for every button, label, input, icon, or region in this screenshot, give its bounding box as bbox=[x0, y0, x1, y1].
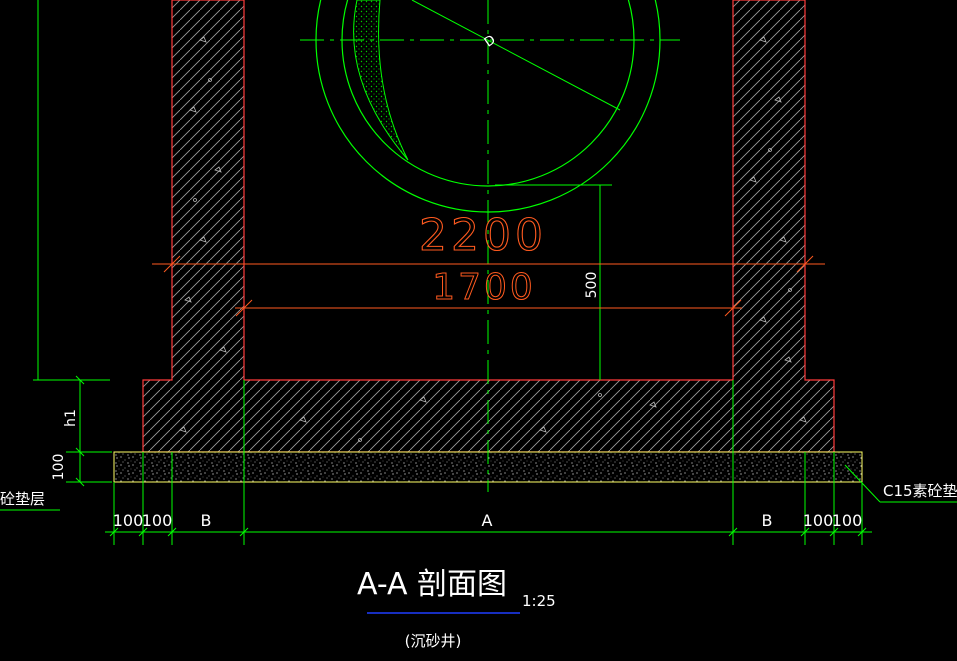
dim-base-height-text: h1 bbox=[63, 409, 79, 427]
dim-bottom-6: 100 bbox=[803, 511, 834, 530]
dim-inner-width-text: 1700 bbox=[432, 267, 536, 308]
dim-bedding-group: 100 bbox=[51, 454, 67, 481]
depth-dim-text-group: 500 bbox=[584, 272, 600, 299]
section-scale: 1:25 bbox=[522, 592, 556, 610]
dim-bottom-5: B bbox=[762, 511, 773, 530]
pipe-sediment-crescent bbox=[353, 0, 409, 161]
dim-bottom-2: 100 bbox=[142, 511, 173, 530]
dim-outer-width-text: 2200 bbox=[419, 210, 547, 261]
dim-depth-text: 500 bbox=[584, 272, 600, 299]
dim-h1-group: h1 bbox=[63, 409, 79, 427]
section-title: A-A 剖面图 bbox=[357, 567, 507, 602]
label-left-bedding: 砼垫层 bbox=[0, 490, 45, 508]
section-subtitle: (沉砂井) bbox=[405, 632, 462, 650]
dim-bottom-3: B bbox=[201, 511, 212, 530]
bottom-dimension-labels: 100 100 B A B 100 100 bbox=[113, 511, 863, 530]
dim-bottom-4: A bbox=[482, 511, 493, 530]
diameter-symbol: D bbox=[482, 32, 499, 50]
cad-drawing: D 500 2200 1700 h1 100 100 100 B A B 100… bbox=[0, 0, 957, 650]
dim-bottom-1: 100 bbox=[113, 511, 144, 530]
diameter-leader bbox=[411, 0, 621, 111]
diameter-symbol-group: D bbox=[482, 32, 499, 50]
label-c15-bedding: C15素砼垫层 bbox=[883, 482, 957, 500]
dim-bottom-7: 100 bbox=[832, 511, 863, 530]
dim-bedding-height-text: 100 bbox=[51, 454, 67, 481]
